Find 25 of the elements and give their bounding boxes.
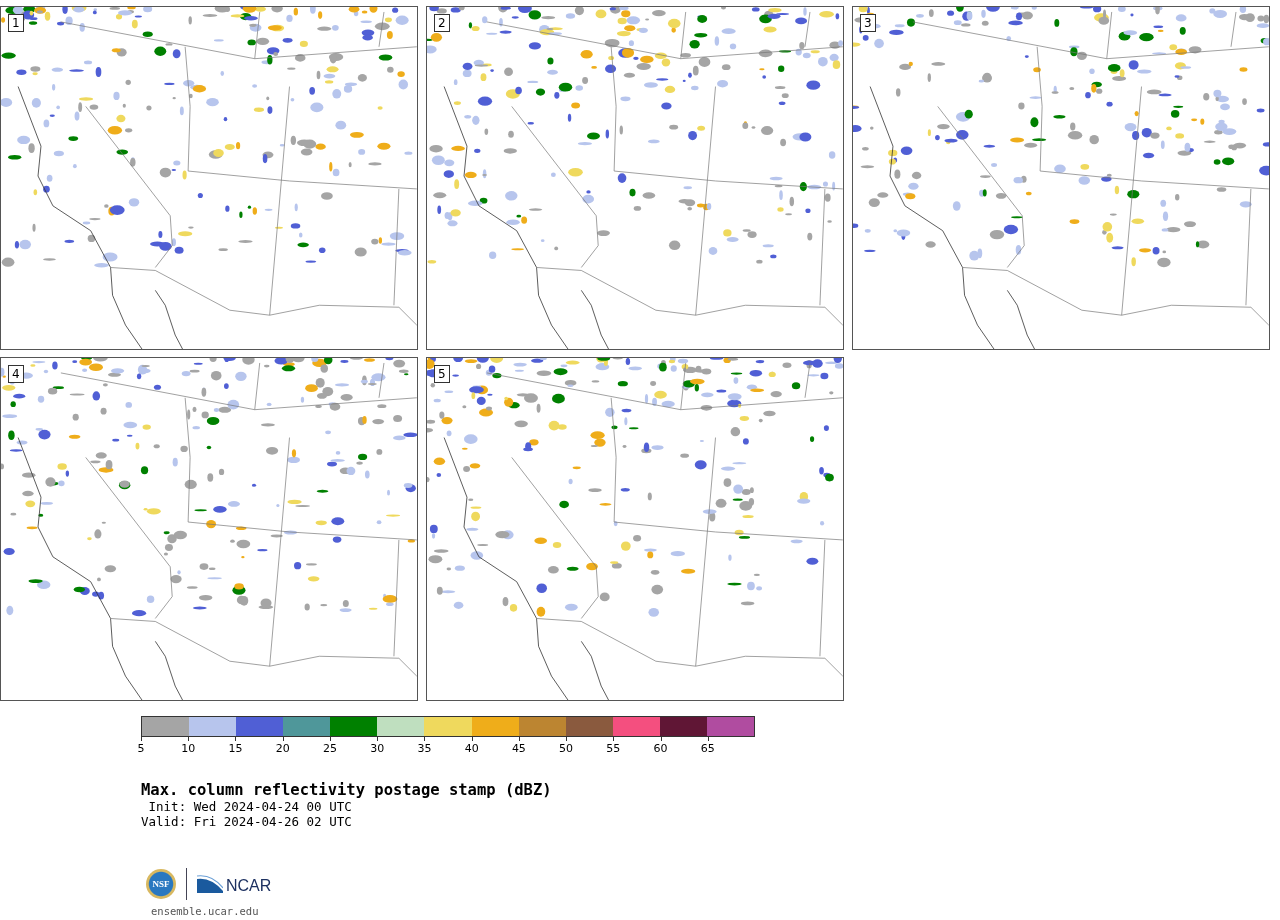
globe-logo: NSF — [146, 869, 176, 899]
panel-number: 4 — [8, 365, 24, 383]
tick-label: 40 — [464, 742, 479, 755]
tick-label: 50 — [559, 742, 574, 755]
tick-label: 5 — [137, 742, 145, 755]
panel-number: 3 — [860, 14, 876, 32]
tick-label: 15 — [228, 742, 243, 755]
tick-label: 60 — [653, 742, 668, 755]
tick-label: 25 — [322, 742, 337, 755]
chart-title: Max. column reflectivity postage stamp (dBZ) — [141, 781, 553, 799]
panel-number: 1 — [8, 14, 24, 32]
valid-time: Valid: Fri 2024-04-26 02 UTC — [141, 814, 353, 829]
panel-number: 5 — [434, 365, 450, 383]
website-url: ensemble.ucar.edu — [151, 905, 260, 917]
tick-label: 45 — [511, 742, 526, 755]
tick-label: 10 — [181, 742, 196, 755]
tick-label: 65 — [700, 742, 715, 755]
tick-label: 20 — [275, 742, 290, 755]
tick-label: 35 — [417, 742, 432, 755]
tick-label: 30 — [370, 742, 385, 755]
logo-wordmark: NCAR — [226, 877, 272, 895]
swoosh-icon — [197, 875, 223, 893]
tick-label: 55 — [606, 742, 621, 755]
init-time: Init: Wed 2024-04-24 00 UTC — [147, 799, 353, 814]
panel-number: 2 — [434, 14, 450, 32]
